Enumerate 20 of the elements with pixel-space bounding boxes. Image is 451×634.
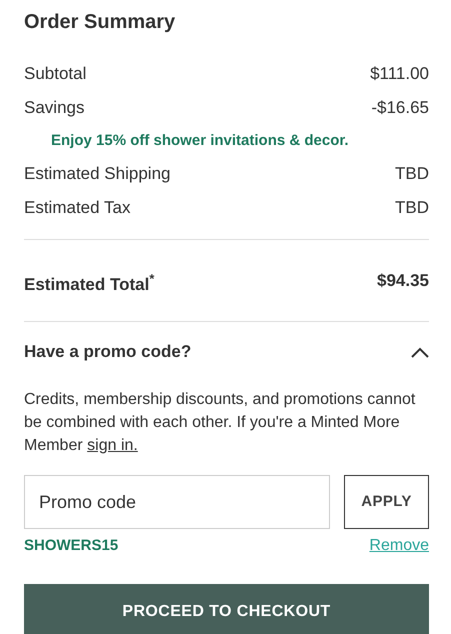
chevron-icon — [411, 346, 429, 358]
summary-value: -$16.65 — [371, 97, 429, 120]
total-label: Estimated Total$^{*}$ — [24, 272, 154, 296]
summary-value: $111.00 — [370, 63, 429, 86]
sign-in-link[interactable]: sign in. — [87, 437, 138, 454]
checkout-button[interactable]: PROCEED TO CHECKOUT — [24, 584, 429, 634]
summary-label: Estimated Tax — [24, 197, 130, 220]
summary-label: Savings — [24, 97, 84, 120]
total-value: $94.35 — [377, 270, 429, 292]
summary-title: Order Summary — [24, 10, 176, 34]
promo-toggle[interactable]: Have a promo code? — [24, 322, 429, 382]
applied-code: SHOWERS15 — [24, 536, 118, 556]
summary-label: Subtotal — [24, 63, 86, 86]
summary-value: TBD — [395, 163, 429, 186]
apply-button[interactable]: APPLY — [344, 475, 429, 529]
promo-code-field[interactable]: Promo code — [24, 475, 330, 529]
summary-label: Estimated Shipping — [24, 163, 170, 186]
summary-value: TBD — [395, 197, 429, 220]
promo-description: Credits, membership discounts, and promotions cannot be combined with each other. If you're a Minted More Member sign in. — [24, 390, 416, 456]
promo-message: Enjoy 15% off shower invitations & decor. — [51, 130, 349, 151]
